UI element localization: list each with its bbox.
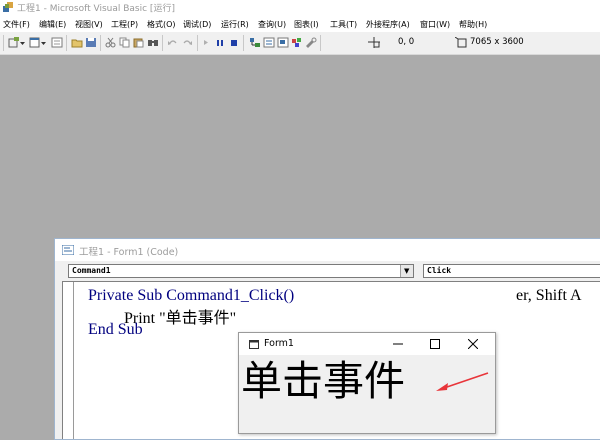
window-title: 工程1 - Microsoft Visual Basic [运行]	[17, 4, 175, 14]
toolbox-icon[interactable]	[305, 37, 317, 48]
menu-help[interactable]: 帮助(H)	[459, 19, 487, 30]
add-project-dropdown-icon[interactable]	[20, 37, 26, 48]
menu-view[interactable]: 视图(V)	[75, 19, 103, 30]
start-icon[interactable]	[202, 37, 210, 48]
chevron-down-icon: ▼	[404, 267, 410, 275]
menu-file[interactable]: 文件(F)	[3, 19, 30, 30]
form1-printed-text: 单击事件	[241, 357, 405, 405]
project-explorer-icon[interactable]	[249, 37, 261, 48]
menu-format[interactable]: 格式(O)	[147, 19, 176, 30]
minimize-icon	[393, 343, 403, 345]
toolbar-grip	[3, 35, 4, 51]
undo-icon[interactable]	[167, 37, 179, 48]
minimize-button[interactable]	[389, 335, 407, 353]
cut-icon[interactable]	[105, 37, 117, 48]
procedure-combo-value: Click	[427, 266, 452, 275]
object-combo[interactable]: Command1 ▼	[68, 264, 414, 278]
procedure-combo[interactable]: Click	[423, 264, 600, 278]
open-project-icon[interactable]	[71, 37, 83, 48]
code-window-titlebar[interactable]: 工程1 - Form1 (Code)	[55, 239, 600, 261]
object-browser-icon[interactable]	[291, 37, 303, 48]
standard-toolbar: 0, 0 7065 x 3600	[0, 32, 600, 55]
code-line-1: Private Sub Command1_Click()	[88, 287, 295, 304]
menu-run[interactable]: 运行(R)	[221, 19, 249, 30]
paste-icon[interactable]	[133, 37, 145, 48]
close-button[interactable]	[464, 335, 482, 353]
add-form-icon[interactable]	[29, 37, 41, 48]
object-combo-value: Command1	[72, 266, 111, 275]
break-icon[interactable]	[215, 37, 225, 48]
menu-add-ins[interactable]: 外接程序(A)	[366, 19, 410, 30]
add-project-icon[interactable]	[8, 37, 20, 48]
title-bar: 工程1 - Microsoft Visual Basic [运行]	[0, 0, 600, 15]
code-window-icon	[62, 245, 74, 255]
code-window-title: 工程1 - Form1 (Code)	[79, 247, 179, 258]
menu-query[interactable]: 查询(U)	[258, 19, 286, 30]
size-readout: 7065 x 3600	[470, 37, 524, 47]
position-icon	[368, 37, 380, 48]
maximize-button[interactable]	[426, 335, 444, 353]
object-combo-dropdown[interactable]: ▼	[400, 265, 413, 277]
menu-editor-icon[interactable]	[51, 37, 63, 48]
menu-project[interactable]: 工程(P)	[111, 19, 138, 30]
form-icon	[249, 340, 259, 349]
menu-debug[interactable]: 调试(D)	[183, 19, 211, 30]
properties-window-icon[interactable]	[263, 37, 275, 48]
copy-icon[interactable]	[119, 37, 131, 48]
end-icon[interactable]	[229, 37, 239, 48]
size-icon	[455, 37, 467, 48]
code-margin	[73, 282, 74, 439]
menu-window[interactable]: 窗口(W)	[420, 19, 450, 30]
add-form-dropdown-icon[interactable]	[41, 37, 47, 48]
form1-title: Form1	[264, 338, 294, 349]
vb-app-icon	[3, 2, 13, 12]
find-icon[interactable]	[147, 37, 159, 48]
menu-edit[interactable]: 编辑(E)	[39, 19, 66, 30]
close-icon	[468, 339, 478, 349]
redo-icon[interactable]	[181, 37, 193, 48]
code-line-1-continuation: er, Shift A	[516, 287, 582, 304]
position-readout: 0, 0	[398, 37, 415, 47]
red-annotation-arrow	[436, 372, 489, 391]
menu-bar: 文件(F) 编辑(E) 视图(V) 工程(P) 格式(O) 调试(D) 运行(R…	[0, 15, 600, 32]
menu-tools[interactable]: 工具(T)	[330, 19, 357, 30]
code-line-3: End Sub	[88, 321, 143, 338]
form-layout-icon[interactable]	[277, 37, 289, 48]
save-project-icon[interactable]	[85, 37, 97, 48]
form1-titlebar[interactable]: Form1	[239, 333, 495, 355]
menu-diagram[interactable]: 图表(I)	[294, 19, 319, 30]
maximize-icon	[430, 339, 440, 349]
